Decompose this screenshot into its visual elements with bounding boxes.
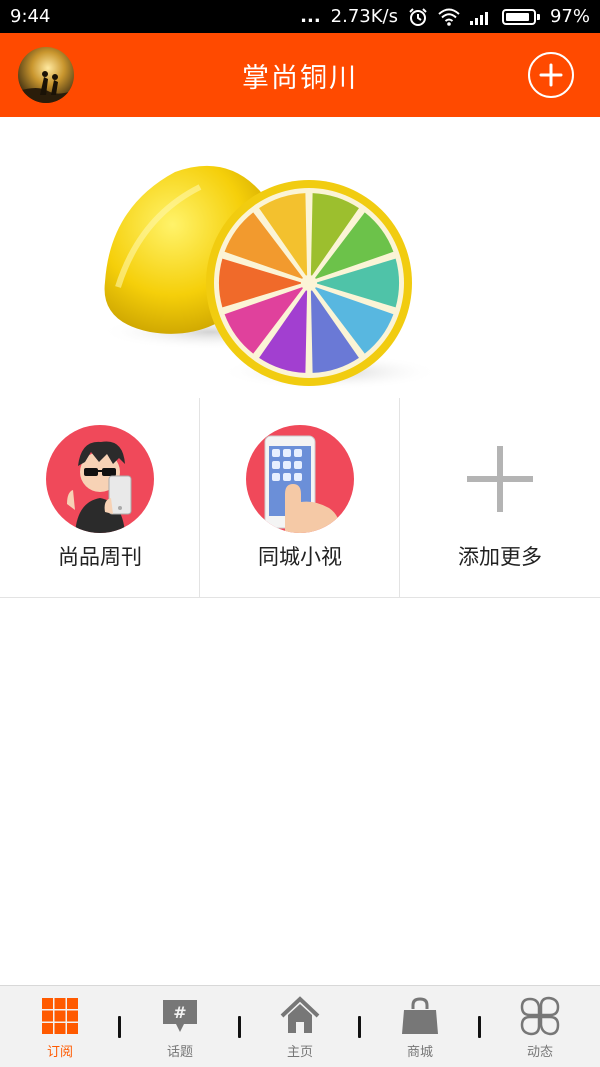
grid-label: 同城小视	[258, 545, 342, 569]
grid-icon	[42, 998, 78, 1034]
plus-icon	[539, 63, 563, 87]
status-time: 9:44	[10, 6, 51, 27]
status-indicators: ... 2.73K/s 97%	[300, 6, 590, 27]
grid-label: 尚品周刊	[58, 545, 142, 569]
hashtag-bubble-icon: #	[163, 1000, 197, 1032]
grid-item-local-video[interactable]: 同城小视	[200, 398, 400, 597]
nav-label: 商城	[406, 1045, 433, 1060]
plus-icon	[467, 446, 533, 512]
network-speed: 2.73K/s	[330, 6, 398, 27]
tab-topics[interactable]: # 话题	[120, 986, 241, 1067]
home-icon	[280, 996, 320, 1033]
alarm-icon	[409, 7, 427, 26]
svg-text:#: #	[173, 1003, 186, 1022]
wifi-icon	[438, 8, 460, 26]
banner-image[interactable]	[0, 117, 600, 398]
add-button[interactable]	[528, 52, 574, 98]
grid-item-add-more[interactable]: 添加更多	[400, 398, 600, 597]
tab-subscribe[interactable]: 订阅	[0, 986, 121, 1067]
clover-icon	[520, 996, 560, 1036]
bottom-nav: 订阅 # 话题 主页 商城 动态	[0, 985, 600, 1067]
battery-percent: 97%	[549, 6, 590, 27]
grid-label: 添加更多	[458, 545, 542, 569]
nav-label: 动态	[526, 1045, 553, 1060]
status-bar: 9:44 ... 2.73K/s 97%	[0, 0, 600, 33]
tab-mall[interactable]: 商城	[360, 986, 481, 1067]
phone-video-icon	[246, 425, 354, 533]
nav-label: 订阅	[46, 1045, 73, 1060]
tab-home[interactable]: 主页	[240, 986, 361, 1067]
tab-activity[interactable]: 动态	[480, 986, 600, 1067]
app-bar: 掌尚铜川	[0, 33, 600, 117]
subscription-grid: 尚品周刊 同城小视 添加更多	[0, 398, 600, 598]
battery-icon	[501, 8, 540, 25]
grid-item-weekly[interactable]: 尚品周刊	[0, 398, 200, 597]
shopping-bag-icon	[402, 997, 438, 1034]
avatar[interactable]	[16, 45, 76, 105]
nav-label: 主页	[286, 1045, 313, 1060]
status-dots: ...	[300, 6, 321, 27]
signal-icon	[469, 11, 488, 25]
weekly-avatar-icon	[46, 425, 154, 533]
page-title: 掌尚铜川	[242, 62, 358, 94]
nav-label: 话题	[166, 1045, 193, 1060]
